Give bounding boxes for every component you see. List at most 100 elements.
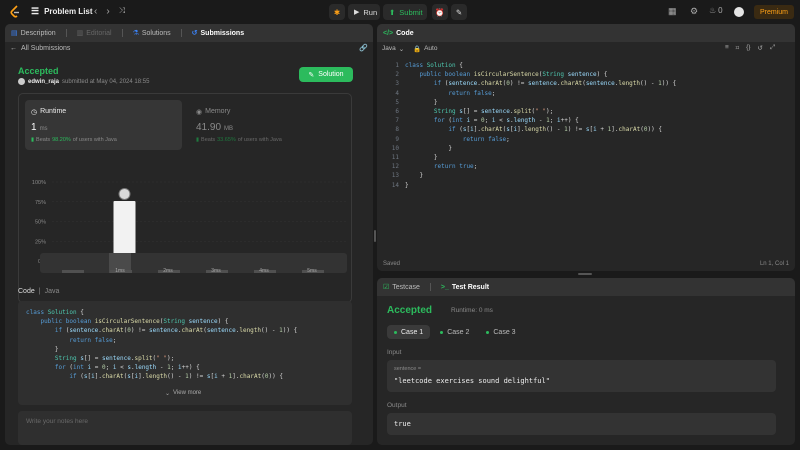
language-label: Java — [382, 45, 396, 52]
code-lang: Java — [44, 288, 60, 295]
premium-button[interactable]: Premium — [754, 5, 794, 19]
code-tab-bar: </> Code — [377, 24, 795, 42]
code-line: return false; — [69, 336, 117, 344]
chart-minimap[interactable]: 1ms 2ms 3ms 4ms 5ms — [40, 253, 347, 273]
beats-icon: ▮ — [31, 137, 35, 143]
run-button[interactable]: ▶ Run — [348, 4, 380, 20]
tab-testcase[interactable]: ☑ Testcase — [383, 283, 420, 292]
line-numbers: 1 2 3 4 5 6 7 8 9 10 11 12 13 14 — [385, 61, 399, 190]
case-1-label: Case 1 — [401, 328, 424, 336]
case-3-tab[interactable]: Case 3 — [479, 325, 522, 339]
code-editor[interactable]: class Solution { public boolean isCircul… — [405, 61, 790, 251]
notes-button[interactable]: ✎ — [451, 4, 467, 20]
tab-description[interactable]: ▤ Description — [11, 29, 56, 38]
chevron-down-icon: ⌄ — [398, 46, 405, 53]
runtime-unit: ms — [39, 126, 48, 132]
user-marker-icon — [118, 187, 131, 200]
output-label: Output — [387, 402, 407, 409]
editor-toolbar: Java ⌄ 🔒 Auto ≡ ⌑ {} ↺ ⤢ — [377, 42, 795, 56]
avatar[interactable] — [734, 7, 744, 17]
tab-testcase-label: Testcase — [392, 283, 420, 291]
divider — [121, 29, 123, 37]
auto-label: Auto — [424, 45, 438, 52]
code-line: for (int i = 0; i < s.length - 1; i++) { — [54, 364, 200, 372]
vertical-resize-handle[interactable] — [374, 230, 376, 242]
tab-editorial[interactable]: ▥ Editorial — [77, 29, 112, 38]
fullscreen-icon[interactable]: ⤢ — [770, 44, 775, 52]
line-number: 8 — [395, 126, 399, 134]
memory-unit: MB — [224, 126, 234, 132]
horizontal-resize-handle[interactable] — [578, 273, 592, 275]
problem-list-label: Problem List — [44, 7, 93, 16]
tab-code[interactable]: </> Code — [383, 30, 414, 37]
clock-icon: ◷ — [31, 109, 38, 116]
tab-submissions[interactable]: ↺ Submissions — [192, 29, 244, 38]
language-select[interactable]: Java ⌄ — [382, 45, 404, 53]
next-problem-icon[interactable]: › — [106, 6, 109, 17]
problem-list-button[interactable]: ☰ Problem List — [31, 6, 93, 17]
code-line: public boolean isCircularSentence(String… — [40, 318, 229, 326]
distribution-bar — [113, 200, 136, 261]
code-panel: </> Code Java ⌄ 🔒 Auto ≡ ⌑ {} ↺ ⤢ 123456789… — [377, 24, 795, 271]
code-line: class Solution { — [405, 62, 463, 69]
output-box: true — [387, 413, 776, 435]
cursor-position: Ln 1, Col 1 — [759, 261, 789, 267]
memory-icon: ◉ — [196, 109, 203, 116]
list-icon: ☰ — [31, 6, 40, 16]
link-icon[interactable]: 🔗 — [359, 44, 368, 52]
streak-counter[interactable]: ♨ 0 — [709, 6, 723, 15]
shuffle-icon[interactable]: ⤨ — [119, 6, 125, 17]
tab-solutions[interactable]: ⚗ Solutions — [132, 29, 171, 38]
y-tick-label: 100% — [32, 180, 46, 186]
bug-icon: ✱ — [333, 7, 341, 17]
runtime-card[interactable]: ◷ Runtime 1 ms ▮ Beats 98.20% of users wi… — [25, 100, 182, 150]
prev-problem-icon[interactable]: ‹ — [94, 6, 97, 17]
back-to-submissions[interactable]: ← All Submissions — [10, 45, 70, 52]
username[interactable]: edwin_raja — [28, 79, 59, 85]
divider — [180, 29, 182, 37]
line-number: 9 — [395, 135, 399, 143]
minimap-label: 4ms — [259, 268, 269, 273]
debug-button[interactable]: ✱ — [329, 4, 345, 20]
bookmark-icon[interactable]: ⌑ — [736, 44, 739, 52]
input-box: sentence = "leetcode exercises sound del… — [387, 360, 776, 392]
pass-dot-icon — [440, 330, 444, 334]
format-icon[interactable]: ≡ — [725, 44, 729, 52]
memory-beats-prefix: Beats — [201, 137, 216, 143]
test-panel: ☑ Testcase >_ Test Result Accepted Runtime… — [377, 278, 795, 445]
reset-icon[interactable]: ↺ — [757, 44, 762, 52]
divider — [429, 283, 431, 291]
memory-card[interactable]: ◉ Memory 41.90 MB ▮ Beats 33.65% of users… — [190, 100, 347, 150]
code-lines: class Solution { public boolean isCircul… — [26, 308, 352, 382]
submit-button[interactable]: ⬆ Submit — [383, 4, 427, 20]
auto-toggle[interactable]: 🔒 Auto — [413, 45, 437, 53]
code-header: Code | Java — [18, 288, 59, 295]
case-1-tab[interactable]: Case 1 — [387, 325, 431, 339]
case-2-tab[interactable]: Case 2 — [433, 325, 476, 339]
play-icon: ▶ — [354, 9, 360, 16]
solution-button[interactable]: ✎ Solution — [299, 67, 353, 82]
notes-input[interactable]: Write your notes here — [18, 411, 352, 445]
pass-dot-icon — [394, 330, 397, 334]
code-line: } — [419, 172, 424, 180]
variable-label: sentence = — [394, 366, 422, 372]
code-line: return false; — [448, 89, 496, 97]
leetcode-logo-icon[interactable] — [9, 5, 21, 19]
tab-test-result[interactable]: >_ Test Result — [441, 284, 489, 291]
input-value: "leetcode exercises sound delightful" — [394, 377, 550, 385]
settings-icon[interactable]: ⚙ — [690, 6, 698, 17]
submission-status: Accepted — [18, 66, 59, 76]
arrow-left-icon: ← — [10, 45, 17, 52]
braces-icon[interactable]: {} — [746, 44, 750, 52]
flame-icon: ♨ — [709, 6, 717, 15]
memory-beats-suffix: of users with Java — [237, 137, 282, 143]
timer-button[interactable]: ⏰ — [432, 4, 448, 20]
flask-icon: ⚗ — [132, 30, 139, 37]
lock-icon: 🔒 — [413, 46, 422, 53]
test-status: Accepted — [387, 305, 433, 316]
user-avatar — [18, 78, 25, 85]
back-label: All Submissions — [21, 45, 71, 52]
view-more-button[interactable]: ⌄ View more — [165, 390, 201, 397]
layout-icon[interactable]: ▦ — [668, 6, 677, 17]
upload-icon: ⬆ — [389, 7, 396, 17]
